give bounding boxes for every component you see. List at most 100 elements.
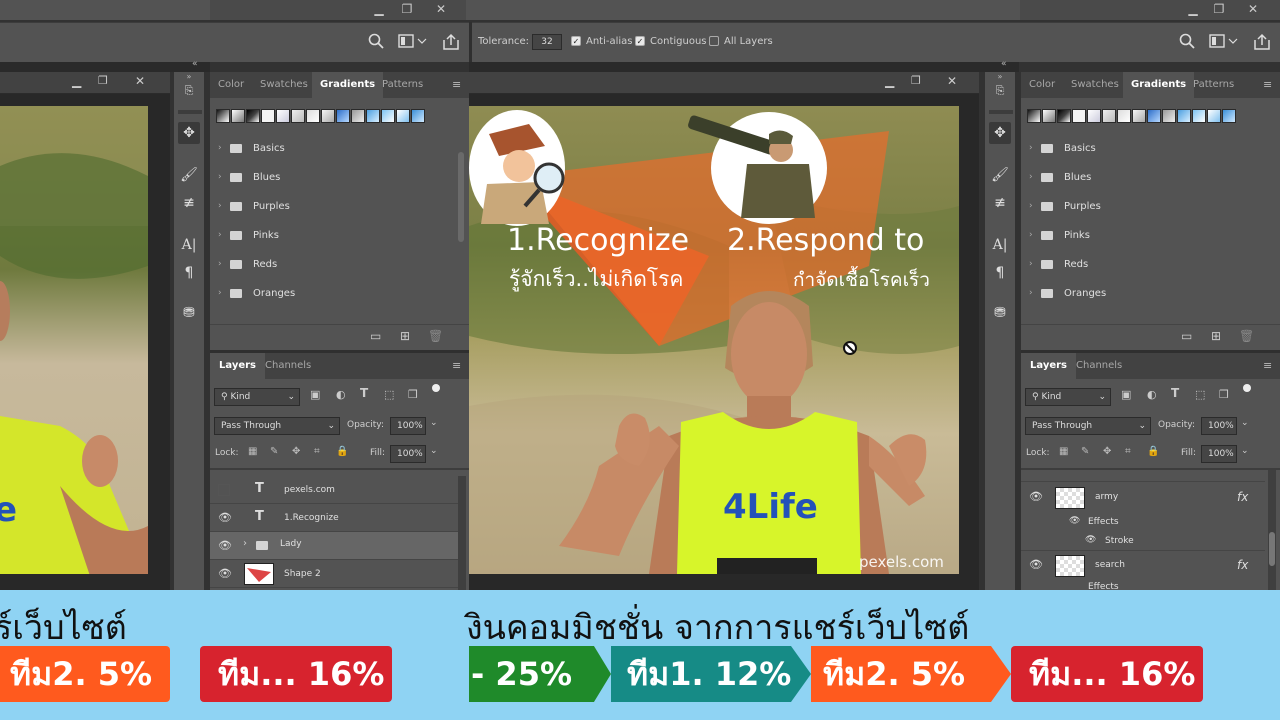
opacity-input[interactable]: 100% xyxy=(390,417,426,435)
move-icon[interactable]: ✥ xyxy=(989,122,1011,144)
eye-icon[interactable]: 👁 xyxy=(218,567,232,580)
character-icon[interactable]: A| xyxy=(989,234,1011,256)
eye-icon[interactable]: 👁 xyxy=(1029,490,1043,503)
layers-scrollbar[interactable] xyxy=(1268,470,1276,590)
gradient-swatch[interactable] xyxy=(306,109,320,123)
tab-channels[interactable]: Channels xyxy=(256,353,320,379)
tab-swatches[interactable]: Swatches xyxy=(252,72,316,98)
expand-chevron-icon[interactable]: » xyxy=(985,72,1015,81)
effects-row[interactable]: 👁 Effects xyxy=(1021,512,1265,532)
type-filter-icon[interactable]: T xyxy=(360,386,368,400)
lock-artboard-icon[interactable]: ⌗ xyxy=(1125,446,1131,457)
eye-icon[interactable]: 👁 xyxy=(218,539,232,552)
lock-image-icon[interactable]: ✎ xyxy=(270,446,278,457)
gradient-swatch[interactable] xyxy=(1222,109,1236,123)
smart-object-filter-icon[interactable]: ❒ xyxy=(1219,388,1229,401)
layer-row-partial[interactable] xyxy=(1021,470,1265,482)
paragraph-icon[interactable]: ¶ xyxy=(989,262,1011,284)
close-icon[interactable]: ✕ xyxy=(1236,0,1270,18)
adjustment-filter-icon[interactable]: ◐ xyxy=(1147,388,1157,401)
gradient-swatch[interactable] xyxy=(1147,109,1161,123)
adjustment-filter-icon[interactable]: ◐ xyxy=(336,388,346,401)
gradient-swatch[interactable] xyxy=(366,109,380,123)
panel-menu-icon[interactable]: ≡ xyxy=(1263,359,1272,372)
layer-row[interactable]: 👁 T 1.Recognize xyxy=(210,504,458,532)
gradient-folder[interactable]: › Blues xyxy=(1021,163,1269,192)
restore-icon[interactable]: ❐ xyxy=(98,74,108,87)
close-icon[interactable]: ✕ xyxy=(947,74,957,88)
tab-channels[interactable]: Channels xyxy=(1067,353,1131,379)
paragraph-icon[interactable]: ¶ xyxy=(178,262,200,284)
gradient-swatch[interactable] xyxy=(1057,109,1071,123)
restore-icon[interactable]: ❐ xyxy=(1202,0,1236,18)
lock-transparent-icon[interactable]: ▦ xyxy=(1059,446,1068,457)
image-filter-icon[interactable]: ▣ xyxy=(310,388,320,401)
gradient-swatch[interactable] xyxy=(411,109,425,123)
chevron-down-icon[interactable]: ⌄ xyxy=(430,418,438,428)
gradient-swatch[interactable] xyxy=(276,109,290,123)
chevron-down-icon[interactable]: ⌄ xyxy=(1241,446,1249,456)
brush-icon[interactable]: 🖌 xyxy=(989,164,1011,186)
tab-patterns[interactable]: Patterns xyxy=(1185,72,1242,98)
panel-collapse-bar[interactable]: « xyxy=(0,59,210,72)
layer-row[interactable]: 👁 Shape 2 xyxy=(210,560,458,588)
tab-color[interactable]: Color xyxy=(210,72,252,98)
effects-row[interactable]: Effects xyxy=(1021,580,1265,590)
gradient-swatch[interactable] xyxy=(1207,109,1221,123)
panel-menu-icon[interactable]: ≡ xyxy=(1263,78,1272,91)
workspace-icon[interactable] xyxy=(1209,33,1239,49)
gradient-swatch[interactable] xyxy=(1117,109,1131,123)
share-icon[interactable] xyxy=(1253,33,1271,51)
new-gradient-icon[interactable]: ⊞ xyxy=(400,329,410,343)
gradient-swatch[interactable] xyxy=(1042,109,1056,123)
gradient-swatch[interactable] xyxy=(381,109,395,123)
new-gradient-icon[interactable]: ⊞ xyxy=(1211,329,1221,343)
adjustments-icon[interactable]: ≢ xyxy=(989,192,1011,214)
layer-row-search[interactable]: 👁 search fx xyxy=(1021,552,1265,580)
opacity-input[interactable]: 100% xyxy=(1201,417,1237,435)
gradient-folder[interactable]: › Basics xyxy=(1021,134,1269,163)
tolerance-input[interactable]: 32 xyxy=(532,34,562,50)
share-icon[interactable] xyxy=(442,33,460,51)
gradient-folder[interactable]: › Pinks xyxy=(210,221,458,250)
lock-all-icon[interactable]: 🔒 xyxy=(1147,446,1159,457)
filter-toggle-icon[interactable] xyxy=(1243,384,1251,392)
anti-alias-checkbox[interactable]: ✓ xyxy=(571,36,581,46)
gradient-swatch[interactable] xyxy=(261,109,275,123)
adjustments-icon[interactable]: ≢ xyxy=(178,192,200,214)
left-canvas[interactable]: e xyxy=(0,106,148,574)
gradient-folder[interactable]: › Reds xyxy=(210,250,458,279)
minimize-icon[interactable]: ▁ xyxy=(72,74,81,88)
restore-icon[interactable]: ❐ xyxy=(390,0,424,18)
eye-icon[interactable]: 👁 xyxy=(1085,535,1096,545)
layers-scrollbar[interactable] xyxy=(458,476,466,590)
gradient-swatch[interactable] xyxy=(216,109,230,123)
gradient-folder[interactable]: › Pinks xyxy=(1021,221,1269,250)
scrollbar-thumb[interactable] xyxy=(1269,532,1275,566)
layer-row-army[interactable]: 👁 army fx xyxy=(1021,484,1265,512)
tab-gradients[interactable]: Gradients xyxy=(312,72,384,98)
gradient-swatch[interactable] xyxy=(291,109,305,123)
history-icon[interactable]: ⎘ xyxy=(178,80,200,102)
restore-icon[interactable]: ❐ xyxy=(911,74,921,87)
gradient-swatch[interactable] xyxy=(1177,109,1191,123)
history-icon[interactable]: ⎘ xyxy=(989,80,1011,102)
eye-icon[interactable]: 👁 xyxy=(218,511,232,524)
filter-toggle-icon[interactable] xyxy=(432,384,440,392)
gradient-swatch[interactable] xyxy=(321,109,335,123)
gradient-swatch[interactable] xyxy=(1192,109,1206,123)
gradient-folder[interactable]: › Basics xyxy=(210,134,458,163)
gradient-folder[interactable]: › Blues xyxy=(210,163,458,192)
fill-input[interactable]: 100% xyxy=(1201,445,1237,463)
gradient-swatch[interactable] xyxy=(1102,109,1116,123)
lock-artboard-icon[interactable]: ⌗ xyxy=(314,446,320,457)
blend-mode-select[interactable]: Pass Through ⌄ xyxy=(1025,417,1151,435)
trash-icon[interactable]: 🗑 xyxy=(428,329,443,343)
lock-transparent-icon[interactable]: ▦ xyxy=(248,446,257,457)
move-icon[interactable]: ✥ xyxy=(178,122,200,144)
gradient-swatch[interactable] xyxy=(1132,109,1146,123)
brush-icon[interactable]: 🖌 xyxy=(178,164,200,186)
trash-icon[interactable]: 🗑 xyxy=(1239,329,1254,343)
3d-icon[interactable]: ⛃ xyxy=(989,302,1011,324)
collapse-chevron-icon[interactable]: « xyxy=(1001,59,1007,69)
